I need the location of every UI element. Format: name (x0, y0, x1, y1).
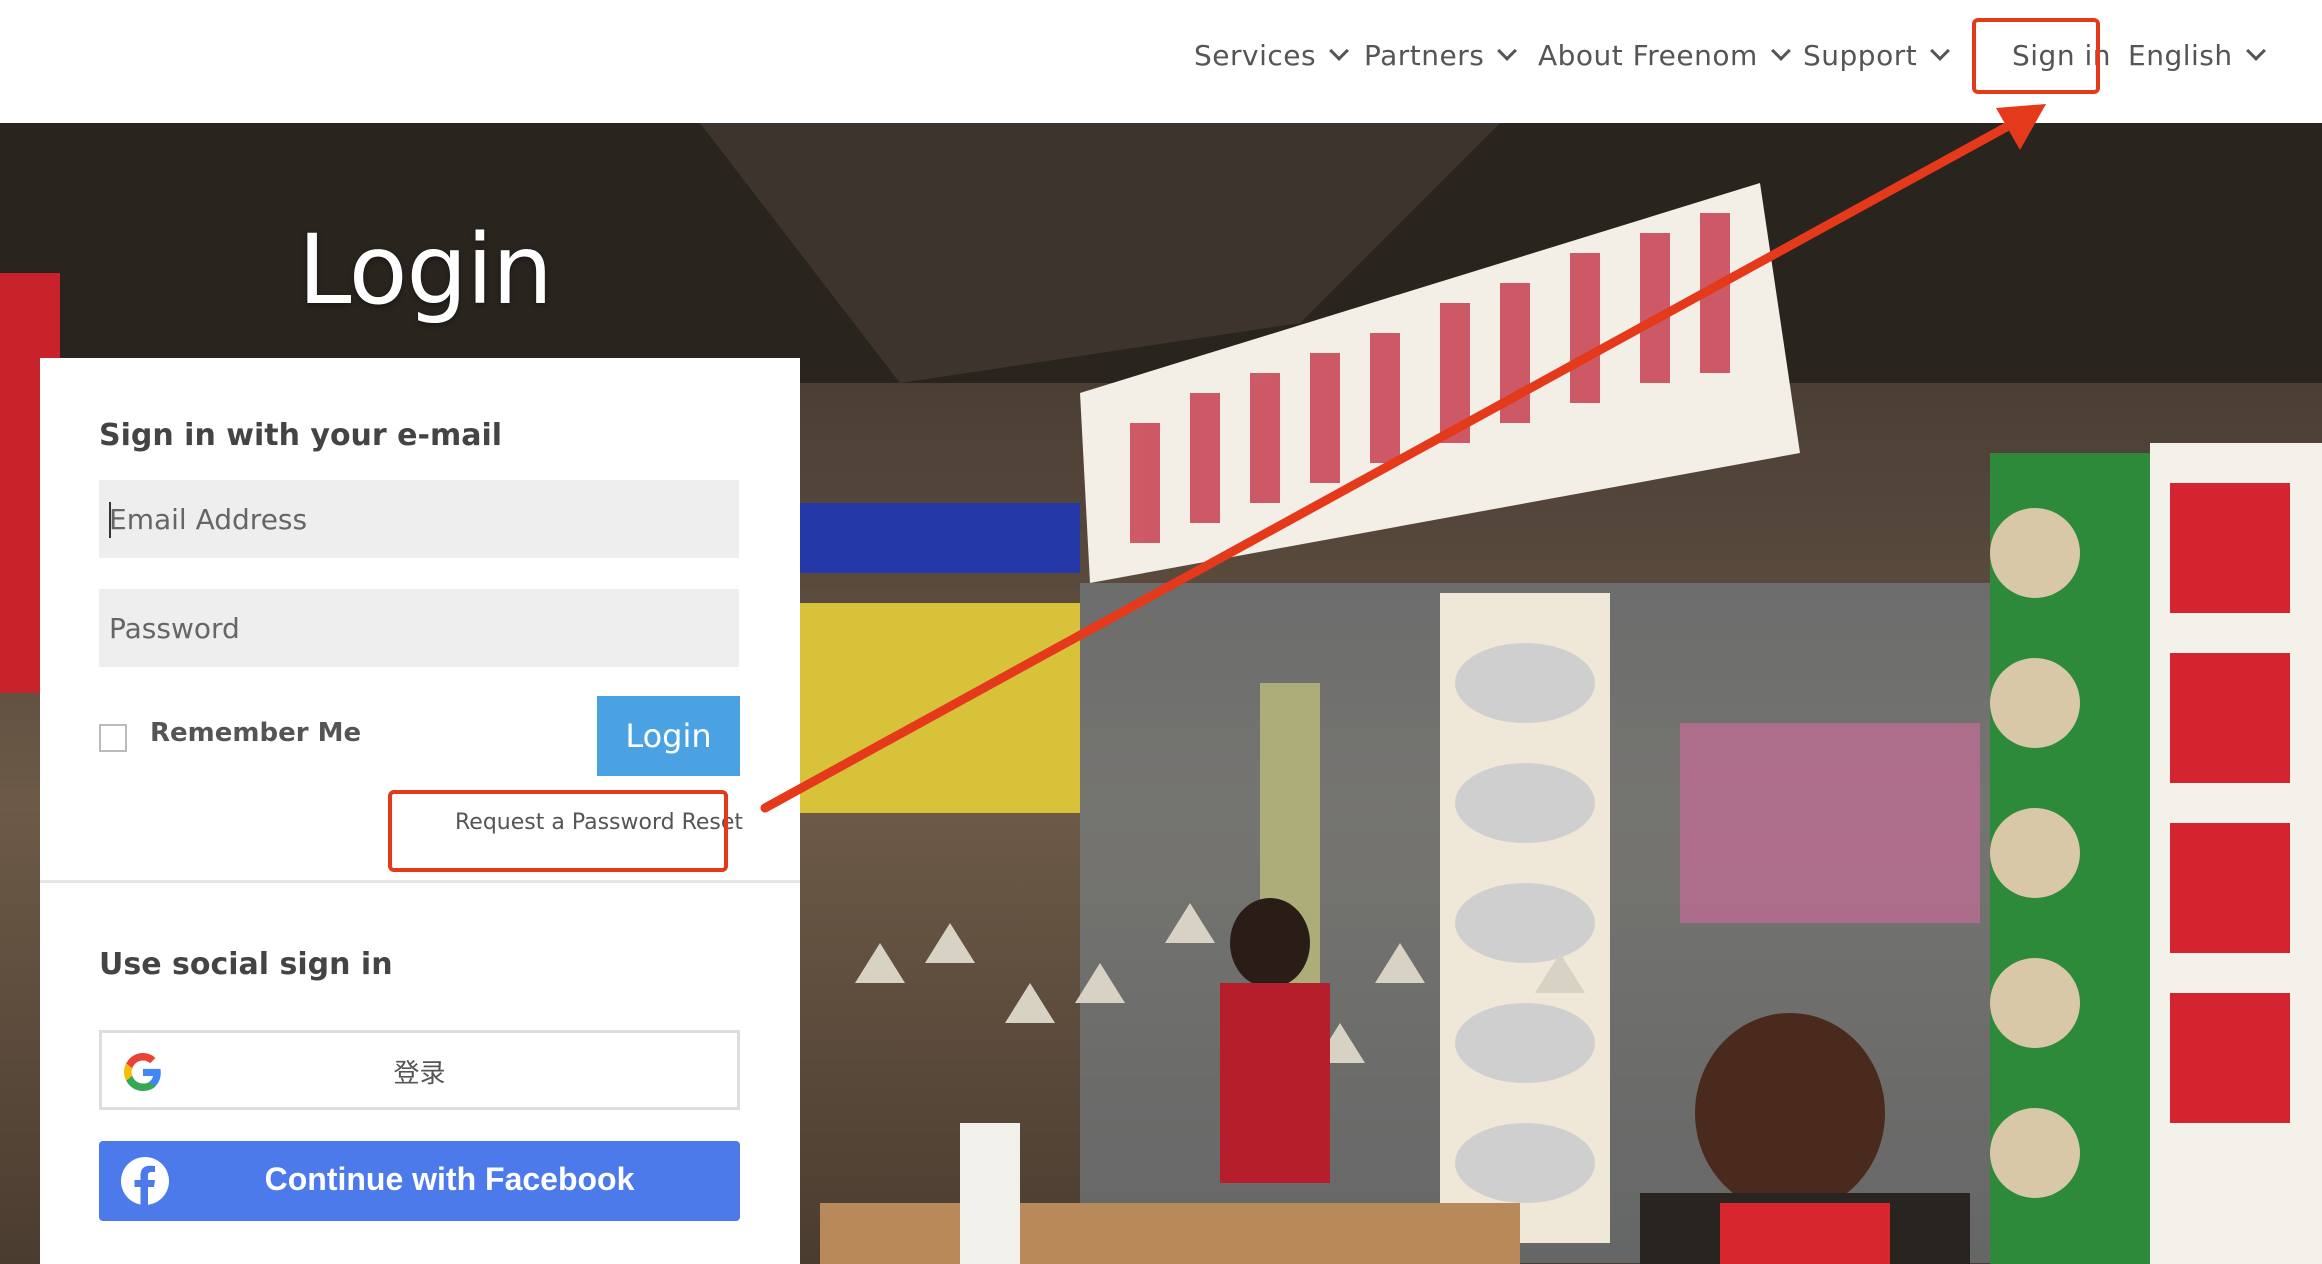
nav-partners[interactable]: Partners (1364, 36, 1518, 76)
google-signin-button[interactable]: 登录 (99, 1030, 740, 1110)
chevron-down-icon (1770, 41, 1791, 61)
chevron-down-icon (1497, 41, 1518, 61)
nav-services[interactable]: Services (1194, 36, 1349, 76)
remember-me-checkbox[interactable] (99, 724, 127, 752)
sign-in-highlight-box (1972, 18, 2100, 94)
password-reset-highlight-box (388, 790, 728, 872)
language-selector[interactable]: English (2128, 36, 2266, 76)
facebook-signin-label: Continue with Facebook (264, 1161, 635, 1197)
text-caret (109, 502, 111, 538)
chevron-down-icon (1930, 41, 1951, 61)
email-signin-heading: Sign in with your e-mail (99, 418, 503, 453)
login-button[interactable]: Login (597, 696, 740, 776)
language-label: English (2128, 39, 2233, 72)
password-field[interactable] (99, 589, 739, 667)
google-signin-label: 登录 (393, 1059, 446, 1089)
remember-me-label: Remember Me (150, 718, 362, 748)
chevron-down-icon (1329, 41, 1349, 61)
login-panel: Sign in with your e-mail Remember Me Log… (40, 358, 800, 1264)
nav-partners-label: Partners (1364, 39, 1485, 72)
chevron-down-icon (2245, 41, 2266, 61)
nav-support[interactable]: Support (1803, 36, 1951, 76)
nav-services-label: Services (1194, 39, 1317, 72)
nav-support-label: Support (1803, 39, 1918, 72)
page-title: Login (298, 214, 553, 326)
nav-about[interactable]: About Freenom (1538, 36, 1791, 76)
section-divider (40, 880, 800, 883)
top-nav: Services Partners About Freenom Support … (0, 0, 2322, 123)
facebook-signin-button[interactable]: Continue with Facebook (99, 1141, 740, 1221)
email-field[interactable] (99, 480, 739, 558)
nav-about-label: About Freenom (1538, 39, 1758, 72)
social-signin-heading: Use social sign in (99, 947, 393, 982)
